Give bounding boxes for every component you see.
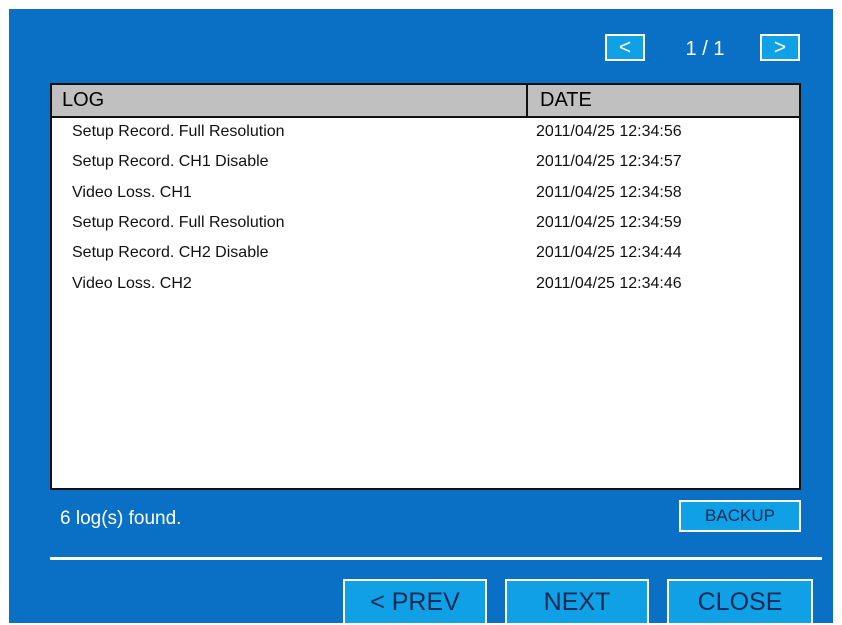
log-cell: Video Loss. CH1 bbox=[72, 184, 192, 201]
table-row[interactable]: Video Loss. CH2 2011/04/25 12:34:46 bbox=[52, 270, 799, 300]
date-cell: 2011/04/25 12:34:58 bbox=[536, 184, 682, 201]
next-button-label: NEXT bbox=[543, 587, 611, 616]
date-cell: 2011/04/25 12:34:57 bbox=[536, 153, 682, 170]
column-header-date: DATE bbox=[540, 89, 592, 111]
backup-button[interactable]: BACKUP bbox=[679, 500, 801, 532]
chevron-right-icon: > bbox=[773, 36, 787, 59]
table-row[interactable]: Setup Record. Full Resolution 2011/04/25… bbox=[52, 118, 799, 148]
chevron-left-icon: < bbox=[618, 36, 632, 59]
table-row[interactable]: Setup Record. Full Resolution 2011/04/25… bbox=[52, 209, 799, 239]
column-divider bbox=[526, 85, 528, 116]
log-table: LOG DATE Setup Record. Full Resolution 2… bbox=[50, 83, 801, 490]
next-button[interactable]: NEXT bbox=[505, 579, 649, 625]
log-cell: Setup Record. CH2 Disable bbox=[72, 244, 269, 261]
table-row[interactable]: Setup Record. CH2 Disable 2011/04/25 12:… bbox=[52, 239, 799, 269]
log-cell: Video Loss. CH2 bbox=[72, 275, 192, 292]
log-cell: Setup Record. CH1 Disable bbox=[72, 153, 269, 170]
close-button-label: CLOSE bbox=[697, 587, 783, 616]
date-cell: 2011/04/25 12:34:46 bbox=[536, 275, 682, 292]
backup-button-label: BACKUP bbox=[705, 506, 775, 525]
table-header: LOG DATE bbox=[52, 85, 799, 118]
date-cell: 2011/04/25 12:34:44 bbox=[536, 244, 682, 261]
prev-button-label: < PREV bbox=[370, 587, 460, 616]
log-cell: Setup Record. Full Resolution bbox=[72, 214, 285, 231]
column-header-log: LOG bbox=[62, 89, 105, 111]
log-count-status: 6 log(s) found. bbox=[60, 508, 182, 529]
close-button[interactable]: CLOSE bbox=[667, 579, 813, 625]
table-row[interactable]: Video Loss. CH1 2011/04/25 12:34:58 bbox=[52, 179, 799, 209]
page-next-button[interactable]: > bbox=[760, 34, 800, 61]
date-cell: 2011/04/25 12:34:59 bbox=[536, 214, 682, 231]
date-cell: 2011/04/25 12:34:56 bbox=[536, 123, 682, 140]
footer-divider bbox=[50, 557, 822, 560]
table-row[interactable]: Setup Record. CH1 Disable 2011/04/25 12:… bbox=[52, 148, 799, 178]
page-indicator: 1 / 1 bbox=[685, 38, 725, 60]
prev-button[interactable]: < PREV bbox=[343, 579, 487, 625]
log-cell: Setup Record. Full Resolution bbox=[72, 123, 285, 140]
page-prev-button[interactable]: < bbox=[605, 34, 645, 61]
